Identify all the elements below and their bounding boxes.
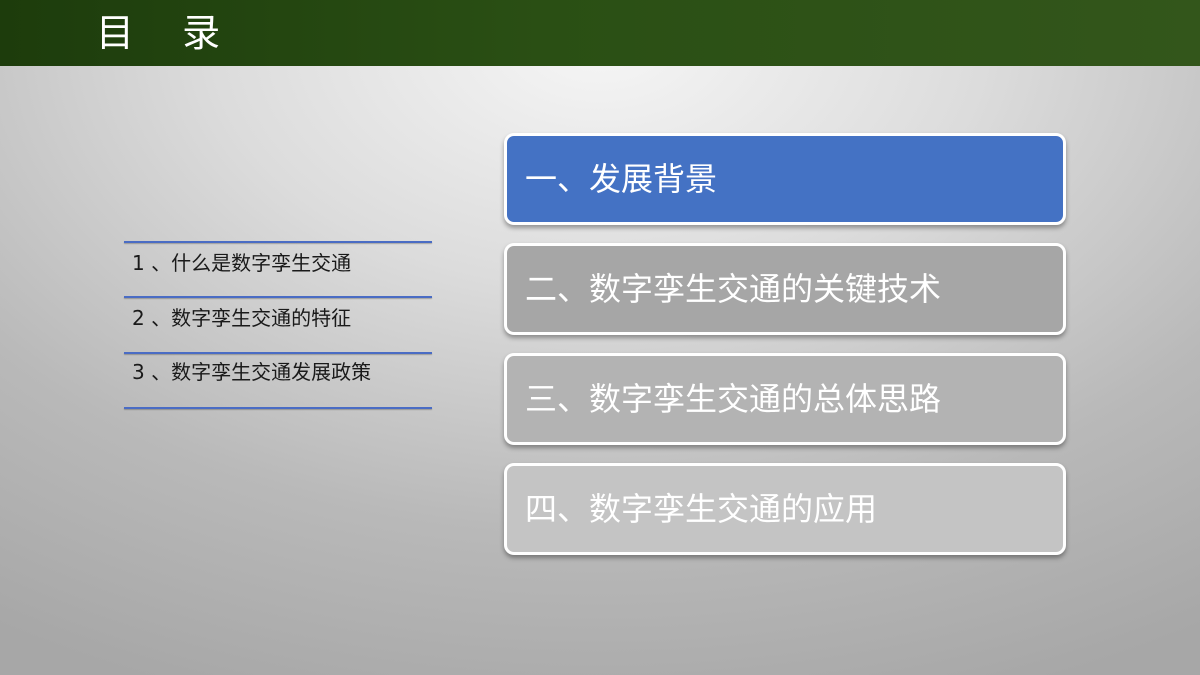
section-button-3[interactable]: 三、数字孪生交通的总体思路 bbox=[504, 353, 1066, 445]
section-button-4[interactable]: 四、数字孪生交通的应用 bbox=[504, 463, 1066, 555]
sub-topic-item-3[interactable]: 3 、数字孪生交通发展政策 bbox=[132, 358, 371, 386]
section-menu: 一、发展背景 二、数字孪生交通的关键技术 三、数字孪生交通的总体思路 四、数字孪… bbox=[504, 133, 1070, 561]
header-bar: 目 录 bbox=[0, 0, 1200, 66]
sub-topic-item-1[interactable]: 1 、什么是数字孪生交通 bbox=[132, 249, 351, 277]
divider-line bbox=[124, 241, 432, 243]
section-button-1[interactable]: 一、发展背景 bbox=[504, 133, 1066, 225]
divider-line bbox=[124, 296, 432, 298]
page-title: 目 录 bbox=[96, 11, 239, 55]
divider-line bbox=[124, 407, 432, 409]
sub-topic-list: 1 、什么是数字孪生交通 2 、数字孪生交通的特征 3 、数字孪生交通发展政策 bbox=[124, 241, 432, 411]
divider-line bbox=[124, 352, 432, 354]
section-button-2[interactable]: 二、数字孪生交通的关键技术 bbox=[504, 243, 1066, 335]
section-label-4: 四、数字孪生交通的应用 bbox=[525, 490, 878, 528]
section-label-2: 二、数字孪生交通的关键技术 bbox=[525, 270, 942, 308]
section-label-3: 三、数字孪生交通的总体思路 bbox=[525, 380, 942, 418]
sub-topic-item-2[interactable]: 2 、数字孪生交通的特征 bbox=[132, 304, 351, 332]
section-label-1: 一、发展背景 bbox=[525, 160, 718, 198]
